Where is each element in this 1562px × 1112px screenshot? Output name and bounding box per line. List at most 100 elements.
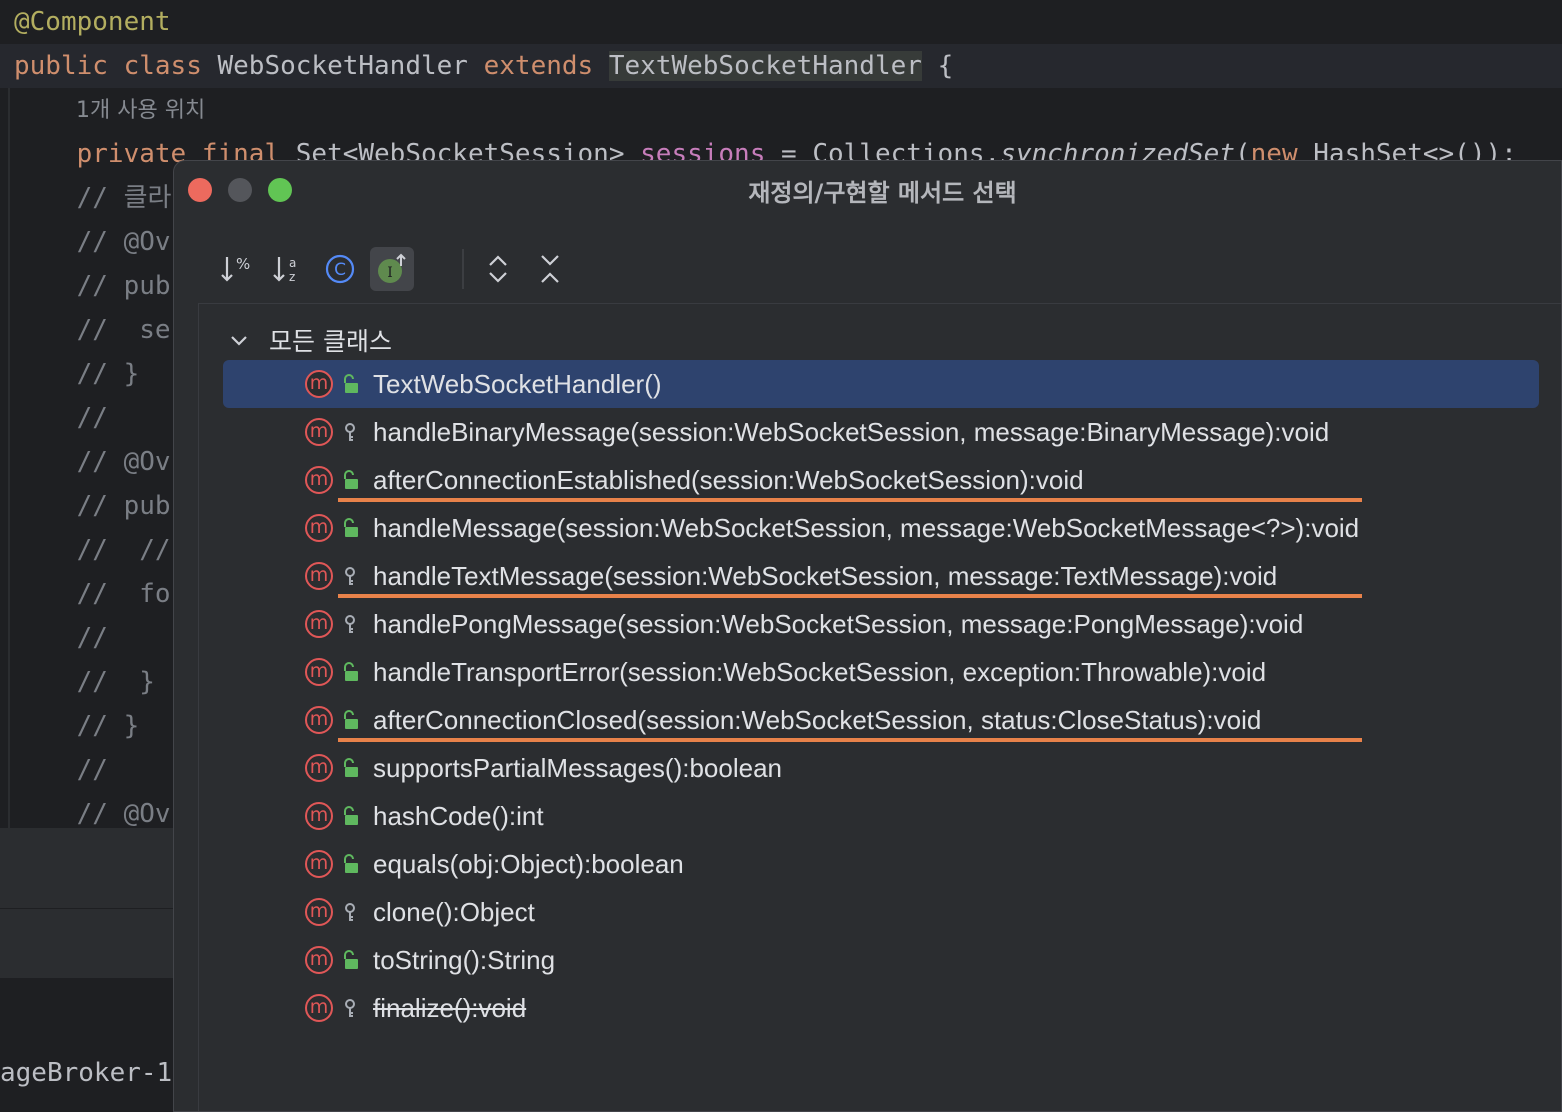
code-line[interactable]: public class WebSocketHandler extends Te… bbox=[0, 44, 1562, 88]
show-interfaces-button[interactable]: I bbox=[370, 247, 414, 291]
method-item[interactable]: m clone():Object bbox=[223, 888, 1539, 936]
code-line[interactable]: // } bbox=[14, 704, 140, 748]
code-line[interactable]: // } bbox=[14, 660, 155, 704]
unlocked-icon bbox=[344, 662, 358, 681]
code-token: // @Ov bbox=[14, 799, 171, 829]
key-icon bbox=[345, 567, 355, 585]
public-visibility-icon bbox=[341, 374, 359, 394]
method-icon-letter: m bbox=[309, 756, 329, 778]
dialog-title: 재정의/구현할 메서드 선택 bbox=[748, 179, 1017, 207]
svg-text:a: a bbox=[289, 256, 296, 270]
method-item[interactable]: m TextWebSocketHandler() bbox=[223, 360, 1539, 408]
method-icon-letter: m bbox=[309, 660, 329, 682]
svg-text:%: % bbox=[236, 255, 250, 273]
method-item[interactable]: m handleTransportError(session:WebSocketS… bbox=[223, 648, 1539, 696]
method-icon-letter: m bbox=[309, 948, 329, 970]
method-icon: m bbox=[305, 658, 333, 686]
method-tree[interactable]: 모든 클래스 m TextWebSocketHandler() m handleBin… bbox=[198, 303, 1561, 1111]
code-line[interactable]: // se bbox=[14, 308, 171, 352]
dialog-titlebar[interactable]: 재정의/구현할 메서드 선택 bbox=[174, 161, 1561, 217]
method-label: handlePongMessage(session:WebSocketSessi… bbox=[373, 609, 1304, 639]
method-icon-letter: m bbox=[309, 900, 329, 922]
code-token: @Component bbox=[14, 7, 171, 37]
sort-by-percent-icon: % bbox=[221, 255, 250, 282]
method-icon-letter: m bbox=[309, 804, 329, 826]
public-visibility-icon bbox=[341, 854, 359, 874]
code-line[interactable]: // bbox=[14, 616, 108, 660]
method-label: afterConnectionEstablished(session:WebSo… bbox=[373, 465, 1084, 495]
code-line[interactable]: // fo bbox=[14, 572, 171, 616]
method-icon-letter: m bbox=[309, 996, 329, 1018]
method-icon: m bbox=[305, 466, 333, 494]
code-token: extends bbox=[483, 51, 609, 81]
method-icon-letter: m bbox=[309, 516, 329, 538]
code-token: // bbox=[14, 403, 108, 433]
code-token: // bbox=[14, 623, 108, 653]
public-visibility-icon bbox=[341, 806, 359, 826]
unlocked-icon bbox=[344, 854, 358, 873]
unlocked-icon bbox=[344, 470, 358, 489]
code-line[interactable]: // } bbox=[14, 352, 140, 396]
code-token: TextWebSocketHandler bbox=[608, 51, 922, 81]
method-icon: m bbox=[305, 514, 333, 542]
public-visibility-icon bbox=[341, 758, 359, 778]
code-line[interactable]: // // bbox=[14, 528, 171, 572]
method-icon: m bbox=[305, 418, 333, 446]
show-interfaces-icon: I bbox=[378, 253, 406, 283]
code-token: // } bbox=[14, 667, 155, 697]
method-item[interactable]: m finalize():void bbox=[223, 984, 1539, 1032]
group-all-classes[interactable]: 모든 클래스 bbox=[229, 322, 392, 358]
sort-alphabetically-button[interactable]: a z bbox=[266, 247, 310, 291]
method-item[interactable]: m handleMessage(session:WebSocketSession,… bbox=[223, 504, 1539, 552]
public-visibility-icon bbox=[341, 470, 359, 490]
method-item[interactable]: m handlePongMessage(session:WebSocketSess… bbox=[223, 600, 1539, 648]
method-icon: m bbox=[305, 898, 333, 926]
group-label: 모든 클래스 bbox=[269, 327, 392, 356]
key-icon bbox=[345, 615, 355, 633]
code-line[interactable]: // pub bbox=[14, 264, 171, 308]
method-item[interactable]: m toString():String bbox=[223, 936, 1539, 984]
method-item[interactable]: m handleTextMessage(session:WebSocketSess… bbox=[223, 552, 1539, 600]
method-item[interactable]: m afterConnectionEstablished(session:WebS… bbox=[223, 456, 1539, 504]
public-visibility-icon bbox=[341, 518, 359, 538]
usage-hint[interactable]: 1개 사용 위치 bbox=[76, 92, 205, 124]
code-line[interactable]: // bbox=[14, 396, 108, 440]
method-item[interactable]: m handleBinaryMessage(session:WebSocketSe… bbox=[223, 408, 1539, 456]
override-methods-dialog: 재정의/구현할 메서드 선택 % a z C I 모든 클래스 m TextWe… bbox=[173, 160, 1562, 1112]
method-icon: m bbox=[305, 994, 333, 1022]
method-icon: m bbox=[305, 850, 333, 878]
chevron-down-icon[interactable] bbox=[229, 330, 249, 350]
public-visibility-icon bbox=[341, 662, 359, 682]
code-line[interactable]: @Component bbox=[14, 0, 171, 44]
method-icon-letter: m bbox=[309, 564, 329, 586]
expand-all-button[interactable] bbox=[476, 247, 520, 291]
protected-visibility-icon bbox=[341, 998, 359, 1018]
unlocked-icon bbox=[344, 806, 358, 825]
method-item[interactable]: m supportsPartialMessages():boolean bbox=[223, 744, 1539, 792]
code-line[interactable]: // bbox=[14, 748, 108, 792]
code-token: // fo bbox=[14, 579, 171, 609]
collapse-all-button[interactable] bbox=[528, 247, 572, 291]
method-icon: m bbox=[305, 370, 333, 398]
method-icon-letter: m bbox=[309, 852, 329, 874]
method-item[interactable]: m hashCode():int bbox=[223, 792, 1539, 840]
sort-alphabetically-icon: a z bbox=[273, 256, 296, 284]
show-classes-button[interactable]: C bbox=[318, 247, 362, 291]
code-token: // se bbox=[14, 315, 171, 345]
protected-visibility-icon bbox=[341, 902, 359, 922]
sort-by-percent-button[interactable]: % bbox=[214, 247, 258, 291]
code-token: public bbox=[14, 51, 124, 81]
show-classes-icon: C bbox=[325, 254, 355, 284]
code-line[interactable]: // @Ov bbox=[14, 440, 171, 484]
method-label: clone():Object bbox=[373, 897, 535, 927]
code-token: // @Ov bbox=[14, 227, 171, 257]
code-line[interactable]: // @Ov bbox=[14, 220, 171, 264]
code-line[interactable]: // 클라 bbox=[14, 176, 172, 220]
method-label: handleBinaryMessage(session:WebSocketSes… bbox=[373, 417, 1330, 447]
method-item[interactable]: m afterConnectionClosed(session:WebSocket… bbox=[223, 696, 1539, 744]
code-line[interactable]: // pub bbox=[14, 484, 171, 528]
collapse-all-icon bbox=[541, 255, 559, 283]
svg-text:C: C bbox=[334, 260, 346, 280]
code-token: // // bbox=[14, 535, 171, 565]
method-item[interactable]: m equals(obj:Object):boolean bbox=[223, 840, 1539, 888]
